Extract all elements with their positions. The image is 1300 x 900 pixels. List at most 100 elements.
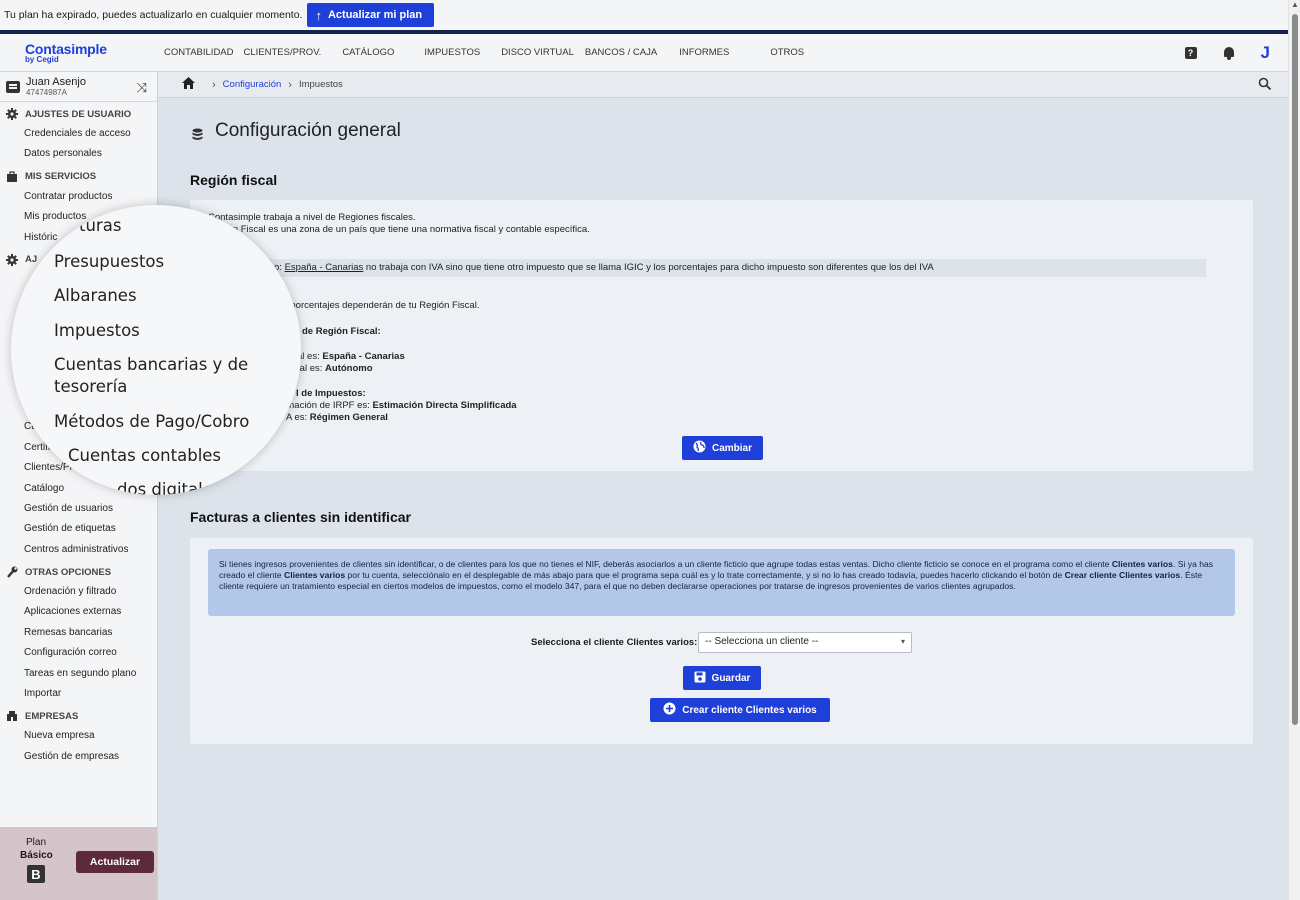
iva-line: A es: Régimen General bbox=[286, 412, 388, 424]
region-line2: Región Fiscal es una zona de un país que… bbox=[208, 224, 590, 235]
config-tax-title: l de Impuestos: bbox=[296, 388, 366, 399]
brand-name: Contasimple bbox=[25, 40, 107, 57]
create-client-button[interactable]: Crear cliente Clientes varios bbox=[650, 698, 830, 722]
nav-item-impuestos[interactable]: IMPUESTOS bbox=[424, 47, 480, 58]
section-title: OTRAS OPCIONES bbox=[25, 566, 112, 578]
upgrade-plan-label: Actualizar mi plan bbox=[327, 9, 423, 21]
nav-item-otros[interactable]: OTROS bbox=[770, 47, 804, 58]
breadcrumb-impuestos: Impuestos bbox=[298, 79, 343, 90]
sidebar-item-aplicaciones[interactable]: Aplicaciones externas bbox=[0, 602, 157, 622]
sidebar-item-contratar[interactable]: Contratar productos bbox=[0, 187, 157, 207]
mag-item-facturas[interactable]: turas bbox=[79, 216, 121, 235]
mag-item-metodos-pago[interactable]: Métodos de Pago/Cobro bbox=[54, 412, 249, 431]
nav-item-disco-virtual[interactable]: DISCO VIRTUAL bbox=[501, 47, 574, 58]
section-empresas: EMPRESAS bbox=[0, 706, 157, 726]
sidebar-item-nueva-empresa[interactable]: Nueva empresa bbox=[0, 726, 157, 746]
change-label: Cambiar bbox=[711, 442, 752, 454]
region-heading: Región fiscal bbox=[190, 172, 278, 188]
sidebar-item-gestion-empresas[interactable]: Gestión de empresas bbox=[0, 747, 157, 767]
gear-icon bbox=[6, 253, 18, 266]
nav-actions: ? J bbox=[1184, 34, 1270, 72]
info-bold-3: Crear cliente Clientes varios bbox=[1064, 570, 1181, 580]
section-title: MIS SERVICIOS bbox=[25, 171, 97, 183]
mag-item-albaranes[interactable]: Albaranes bbox=[54, 286, 137, 305]
help-icon[interactable]: ? bbox=[1184, 47, 1197, 59]
user-name: Juan Asenjo bbox=[26, 75, 86, 88]
brand-logo[interactable]: Contasimple by Cegid bbox=[0, 42, 158, 64]
config-region-title: de Región Fiscal: bbox=[302, 326, 381, 337]
section-ajustes-usuario: AJUSTES DE USUARIO bbox=[0, 104, 157, 124]
info-text-1: Si tienes ingresos provenientes de clien… bbox=[219, 559, 1112, 569]
page-title: Configuración general bbox=[192, 120, 401, 142]
mag-item-cuentas-bancarias[interactable]: Cuentas bancarias y de bbox=[54, 355, 248, 374]
nav-menu: CONTABILIDAD CLIENTES/PROV. CATÁLOGO IMP… bbox=[158, 47, 804, 58]
sidebar-item-ordenacion[interactable]: Ordenación y filtrado bbox=[0, 582, 157, 602]
clients-info-box: Si tienes ingresos provenientes de clien… bbox=[208, 549, 1235, 616]
iva-prefix: A es: bbox=[286, 412, 308, 423]
mag-item-tesoreria[interactable]: tesorería bbox=[54, 377, 127, 396]
iva-value: Régimen General bbox=[309, 412, 388, 423]
mag-item-certificados-digitales[interactable]: dos digitales bbox=[117, 480, 221, 495]
actual-value: Autónomo bbox=[325, 363, 373, 374]
sidebar-item-importar[interactable]: Importar bbox=[0, 684, 157, 704]
plan-box: Plan Básico B Actualizar bbox=[0, 827, 157, 900]
create-client-label: Crear cliente Clientes varios bbox=[682, 704, 817, 716]
sidebar-item-remesas[interactable]: Remesas bancarias bbox=[0, 623, 157, 643]
page-scrollbar[interactable]: ▲ bbox=[1288, 0, 1300, 900]
breadcrumb-configuracion[interactable]: Configuración bbox=[223, 79, 282, 90]
info-bold-1: Clientes varios bbox=[1111, 559, 1173, 569]
select-client-label: Selecciona el cliente Clientes varios: bbox=[531, 637, 698, 648]
change-region-button[interactable]: Cambiar bbox=[682, 436, 763, 460]
plan-upgrade-button[interactable]: Actualizar bbox=[76, 851, 154, 873]
plan-badge: B bbox=[27, 865, 45, 883]
switch-user-icon[interactable]: ⤨ bbox=[137, 80, 147, 96]
scroll-up-icon[interactable]: ▲ bbox=[1291, 0, 1299, 9]
breadcrumb: › Configuración › Impuestos bbox=[158, 72, 1288, 98]
save-label: Guardar bbox=[711, 672, 751, 684]
mag-item-cuentas-contables[interactable]: Cuentas contables bbox=[68, 446, 221, 465]
banner-message: Tu plan ha expirado, puedes actualizarlo… bbox=[4, 9, 303, 21]
irpf-value: Estimación Directa Simplificada bbox=[372, 400, 517, 411]
chevron-right-icon: › bbox=[288, 78, 292, 91]
client-select[interactable]: -- Selecciona un cliente -- ▾ bbox=[698, 632, 912, 653]
nav-item-contabilidad[interactable]: CONTABILIDAD bbox=[164, 47, 234, 58]
sidebar-item-gestion-etiquetas[interactable]: Gestión de etiquetas bbox=[0, 519, 157, 539]
arrow-up-icon: ↑ bbox=[315, 7, 322, 23]
sidebar-item-correo[interactable]: Configuración correo bbox=[0, 643, 157, 663]
region-value: España - Canarias bbox=[322, 351, 405, 362]
info-bold-2: Clientes varios bbox=[283, 570, 346, 580]
mag-item-presupuestos[interactable]: Presupuestos bbox=[54, 252, 164, 271]
sidebar-item-centros[interactable]: Centros administrativos bbox=[0, 540, 157, 560]
chevron-down-icon: ▾ bbox=[900, 637, 905, 646]
search-icon[interactable] bbox=[1258, 77, 1272, 91]
globe-icon bbox=[693, 440, 706, 456]
irpf-prefix: nación de IRPF es: bbox=[289, 400, 370, 411]
info-text-3: por tu cuenta, selecciónalo en el desple… bbox=[345, 570, 1065, 580]
region-note-link[interactable]: España - Canarias bbox=[285, 262, 364, 273]
region-value-line: al es: España - Canarias bbox=[297, 351, 405, 363]
irpf-line: nación de IRPF es: Estimación Directa Si… bbox=[289, 400, 517, 412]
nav-item-catalogo[interactable]: CATÁLOGO bbox=[342, 47, 394, 58]
nav-item-informes[interactable]: INFORMES bbox=[679, 47, 729, 58]
scrollbar-thumb[interactable] bbox=[1292, 14, 1298, 725]
sidebar-item-datos-personales[interactable]: Datos personales bbox=[0, 144, 157, 164]
mag-item-impuestos[interactable]: Impuestos bbox=[54, 321, 140, 340]
bell-icon[interactable] bbox=[1223, 46, 1235, 60]
client-select-value: -- Selecciona un cliente -- bbox=[705, 636, 819, 647]
sidebar-item-gestion-usuarios[interactable]: Gestión de usuarios bbox=[0, 499, 157, 519]
building-icon bbox=[6, 710, 18, 722]
upgrade-plan-button[interactable]: ↑ Actualizar mi plan bbox=[307, 3, 435, 27]
user-box[interactable]: Juan Asenjo 47474987A ⤨ bbox=[0, 72, 157, 102]
home-icon[interactable] bbox=[182, 77, 195, 92]
nav-item-clientes[interactable]: CLIENTES/PROV. bbox=[244, 47, 322, 58]
nav-item-bancos-caja[interactable]: BANCOS / CAJA bbox=[585, 47, 657, 58]
plan-label: Plan bbox=[26, 837, 47, 848]
sidebar-item-credenciales[interactable]: Credenciales de acceso bbox=[0, 124, 157, 144]
expired-plan-banner: Tu plan ha expirado, puedes actualizarlo… bbox=[0, 0, 1288, 30]
brand-sub: by Cegid bbox=[25, 54, 59, 64]
database-icon bbox=[192, 125, 203, 140]
sidebar-item-tareas[interactable]: Tareas en segundo plano bbox=[0, 664, 157, 684]
plan-name: Básico bbox=[20, 850, 53, 861]
save-button[interactable]: Guardar bbox=[683, 666, 761, 690]
user-menu-initial[interactable]: J bbox=[1261, 43, 1270, 63]
